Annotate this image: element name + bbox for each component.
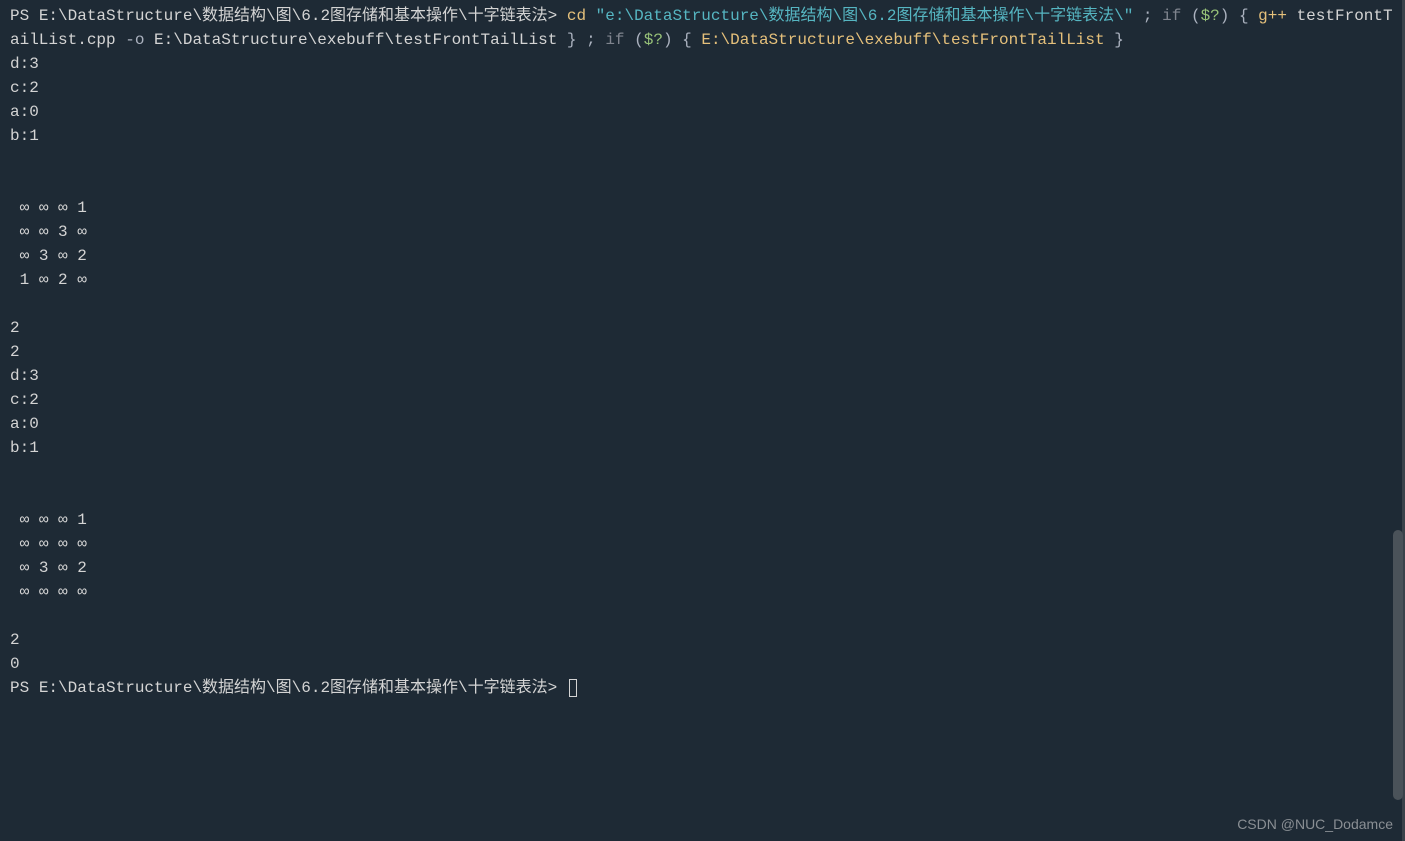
sep: ;: [586, 31, 605, 49]
gpp-cmd: g++: [1258, 7, 1296, 25]
command-line-1: PS E:\DataStructure\数据结构\图\6.2图存储和基本操作\十…: [10, 7, 1393, 49]
brace-close: }: [567, 31, 586, 49]
sep: ;: [1133, 7, 1162, 25]
scrollbar-thumb[interactable]: [1393, 530, 1403, 800]
cursor-icon: [569, 679, 577, 697]
watermark-text: CSDN @NUC_Dodamce: [1237, 814, 1393, 835]
if-keyword: if: [1162, 7, 1191, 25]
var: $?: [644, 31, 663, 49]
brace-open: {: [682, 31, 701, 49]
paren-close: ): [663, 31, 682, 49]
if-keyword: if: [605, 31, 634, 49]
out-path: E:\DataStructure\exebuff\testFrontTailLi…: [154, 31, 567, 49]
command-line-2: PS E:\DataStructure\数据结构\图\6.2图存储和基本操作\十…: [10, 679, 577, 697]
ps-prefix: PS: [10, 679, 39, 697]
prompt-path: E:\DataStructure\数据结构\图\6.2图存储和基本操作\十字链表…: [39, 679, 548, 697]
prompt-path: E:\DataStructure\数据结构\图\6.2图存储和基本操作\十字链表…: [39, 7, 548, 25]
paren-close: ): [1220, 7, 1239, 25]
paren-open: (: [634, 31, 644, 49]
brace-close: }: [1114, 31, 1124, 49]
prompt-gt: >: [548, 7, 567, 25]
prompt-gt: >: [548, 679, 567, 697]
cmd-cd: cd: [567, 7, 596, 25]
exe-path: E:\DataStructure\exebuff\testFrontTailLi…: [701, 31, 1114, 49]
terminal-output[interactable]: PS E:\DataStructure\数据结构\图\6.2图存储和基本操作\十…: [0, 0, 1405, 704]
ps-prefix: PS: [10, 7, 39, 25]
brace-open: {: [1239, 7, 1258, 25]
program-output: d:3 c:2 a:0 b:1 ∞ ∞ ∞ 1 ∞ ∞ 3 ∞ ∞ 3 ∞ 2 …: [10, 52, 1395, 676]
var: $?: [1201, 7, 1220, 25]
paren-open: (: [1191, 7, 1201, 25]
flag-o: -o: [125, 31, 154, 49]
cd-arg: "e:\DataStructure\数据结构\图\6.2图存储和基本操作\十字链…: [596, 7, 1134, 25]
